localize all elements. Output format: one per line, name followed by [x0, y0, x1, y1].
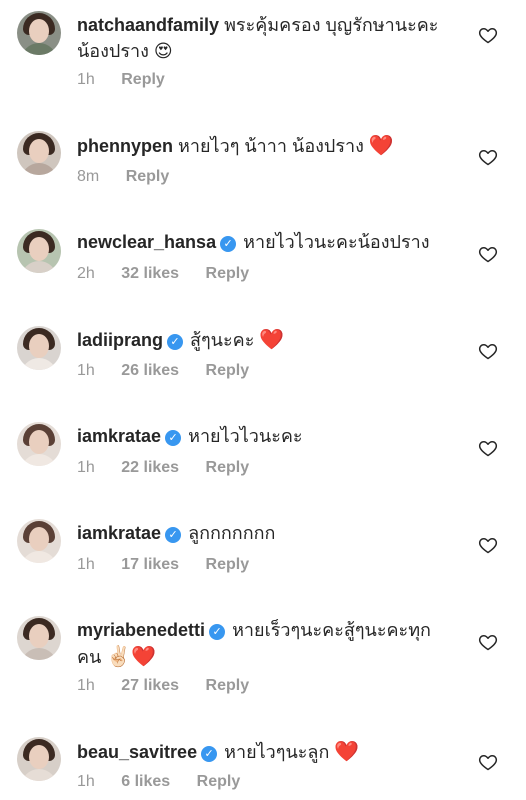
avatar[interactable] [17, 11, 61, 55]
reply-button[interactable]: Reply [206, 459, 250, 477]
comment-time: 1h [77, 773, 95, 790]
like-button[interactable] [478, 752, 498, 772]
reply-button[interactable]: Reply [206, 362, 250, 380]
heart-outline-icon [478, 150, 498, 166]
verified-badge-icon: ✓ [167, 334, 184, 350]
verified-badge-icon: ✓ [220, 236, 237, 252]
comment-time: 1h [77, 71, 95, 88]
heart-outline-icon [478, 247, 498, 263]
verified-badge-icon: ✓ [201, 746, 218, 762]
comment-text: natchaandfamily พระคุ้มครอง บุญรักษานะคะ… [77, 12, 447, 65]
likes-count[interactable]: 22 likes [121, 459, 179, 477]
comment-text: phennypen หายไวๆ น้าาา น้องปราง ❤️ [77, 132, 447, 159]
heart-outline-icon [478, 344, 498, 360]
comment-text: iamkratae ✓ หายไวไวนะคะ [77, 423, 447, 449]
reply-button[interactable]: Reply [126, 168, 170, 186]
like-button[interactable] [478, 341, 498, 361]
avatar[interactable] [17, 519, 61, 563]
heart-outline-icon [478, 441, 498, 457]
comment-time: 1h [77, 459, 95, 476]
like-button[interactable] [478, 147, 498, 167]
likes-count[interactable]: 27 likes [121, 677, 179, 695]
comment-username[interactable]: ladiiprang [77, 330, 163, 350]
avatar[interactable] [17, 737, 61, 781]
comment-text: newclear_hansa ✓ หายไวไวนะคะน้องปราง [77, 229, 447, 255]
comment-time: 1h [77, 556, 95, 573]
likes-count[interactable]: 6 likes [121, 773, 170, 791]
red-heart-emoji-icon: ❤️ [334, 739, 360, 763]
avatar[interactable] [17, 422, 61, 466]
reply-button[interactable]: Reply [206, 265, 250, 283]
comment-text: iamkratae ✓ ลูกกกกกกก [77, 520, 447, 546]
comment-time: 2h [77, 265, 95, 282]
comment-meta: 1h 22 likes Reply [77, 459, 271, 477]
comment-meta: 1h 17 likes Reply [77, 556, 271, 574]
comment-username[interactable]: myriabenedetti [77, 620, 205, 640]
comment-meta: 8m Reply [77, 168, 191, 186]
comment-username[interactable]: beau_savitree [77, 742, 197, 762]
comment-body: หายไวไวนะคะน้องปราง [243, 232, 430, 252]
comment-username[interactable]: iamkratae [77, 523, 161, 543]
verified-badge-icon: ✓ [165, 527, 182, 543]
like-button[interactable] [478, 535, 498, 555]
verified-badge-icon: ✓ [165, 430, 182, 446]
smiling-heart-eyes-emoji-icon: 😍 [153, 41, 173, 62]
heart-outline-icon [478, 635, 498, 651]
comment-meta: 1h 6 likes Reply [77, 773, 262, 791]
like-button[interactable] [478, 244, 498, 264]
victory-hand-heart-emoji-icon: ✌🏻❤️ [106, 644, 157, 668]
red-heart-emoji-icon: ❤️ [259, 327, 285, 351]
comment-time: 8m [77, 168, 100, 185]
red-heart-emoji-icon: ❤️ [368, 133, 394, 157]
comment-username[interactable]: newclear_hansa [77, 232, 216, 252]
reply-button[interactable]: Reply [197, 773, 241, 791]
comment-body: หายไวๆ น้าาา น้องปราง [178, 136, 364, 156]
like-button[interactable] [478, 438, 498, 458]
comment-username[interactable]: natchaandfamily [77, 15, 219, 35]
comment-time: 1h [77, 362, 95, 379]
like-button[interactable] [478, 25, 498, 45]
comment-meta: 1h 26 likes Reply [77, 362, 271, 380]
like-button[interactable] [478, 632, 498, 652]
verified-badge-icon: ✓ [209, 624, 226, 640]
comment-username[interactable]: iamkratae [77, 426, 161, 446]
comment-text: myriabenedetti ✓ หายเร็วๆนะคะสู้ๆนะคะทุกค… [77, 617, 447, 670]
avatar[interactable] [17, 131, 61, 175]
likes-count[interactable]: 17 likes [121, 556, 179, 574]
comment-meta: 2h 32 likes Reply [77, 265, 271, 283]
comment-meta: 1h Reply [77, 71, 187, 89]
likes-count[interactable]: 32 likes [121, 265, 179, 283]
comment-body: หายไวไวนะคะ [188, 426, 303, 446]
avatar[interactable] [17, 326, 61, 370]
comment-meta: 1h 27 likes Reply [77, 677, 271, 695]
comment-body: หายไวๆนะลูก [224, 742, 330, 762]
avatar[interactable] [17, 229, 61, 273]
heart-outline-icon [478, 755, 498, 771]
heart-outline-icon [478, 28, 498, 44]
reply-button[interactable]: Reply [206, 556, 250, 574]
comment-body: สู้ๆนะคะ [190, 330, 255, 350]
reply-button[interactable]: Reply [121, 71, 165, 89]
comment-text: ladiiprang ✓ สู้ๆนะคะ ❤️ [77, 326, 447, 353]
avatar[interactable] [17, 616, 61, 660]
comment-body: ลูกกกกกกก [188, 523, 276, 543]
reply-button[interactable]: Reply [206, 677, 250, 695]
heart-outline-icon [478, 538, 498, 554]
likes-count[interactable]: 26 likes [121, 362, 179, 380]
comment-time: 1h [77, 677, 95, 694]
comment-username[interactable]: phennypen [77, 136, 173, 156]
comment-text: beau_savitree ✓ หายไวๆนะลูก ❤️ [77, 738, 447, 765]
